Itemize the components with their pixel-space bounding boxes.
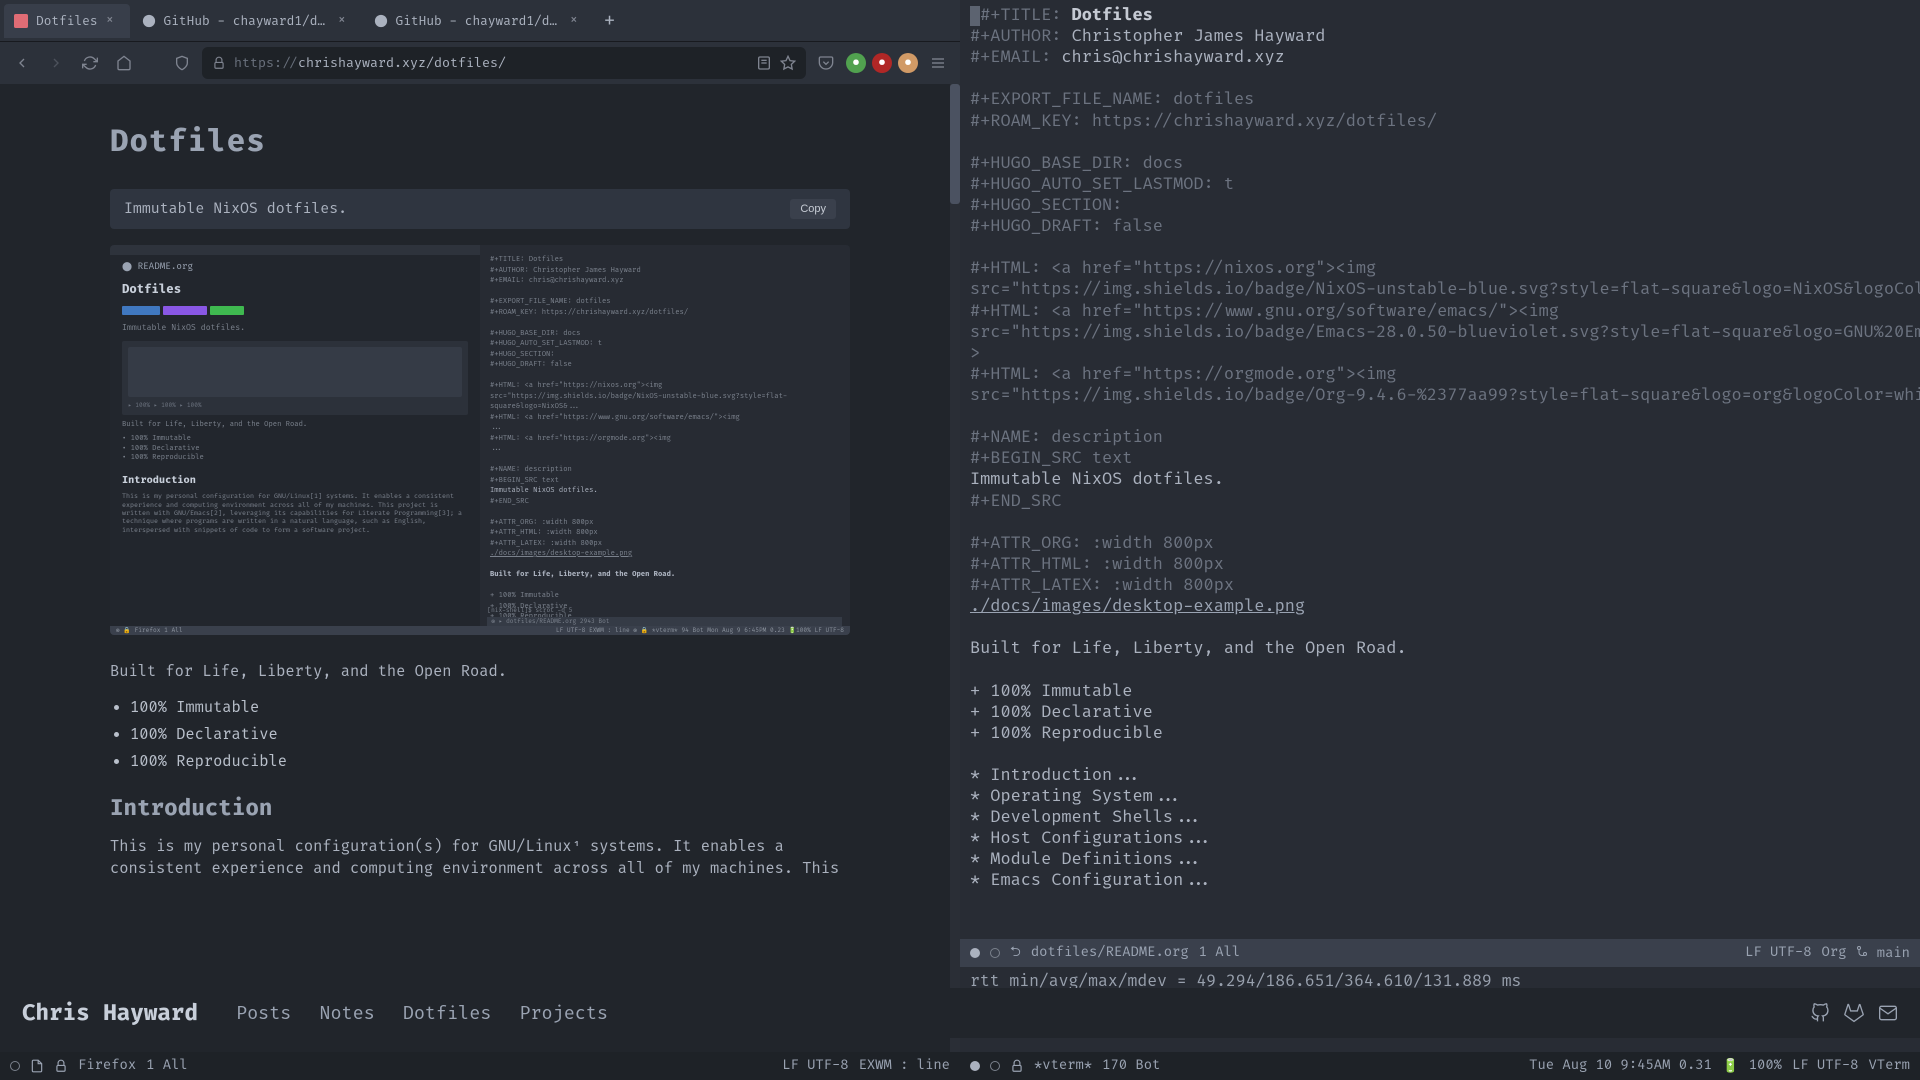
browser-tab-strip: Dotfiles × GitHub - chayward1/dotf × Git… [0,0,960,42]
list-item: 100% Immutable [130,694,850,721]
file-icon [30,1059,44,1073]
code-block: Immutable NixOS dotfiles. Copy [110,189,850,229]
lock-icon [1010,1059,1024,1073]
reader-icon[interactable] [756,55,772,71]
browser-toolbar: https://chrishayward.xyz/dotfiles/ ● ● ● [0,42,960,84]
menu-button[interactable] [924,49,952,77]
nav-link-dotfiles[interactable]: Dotfiles [403,1002,492,1025]
nav-link-notes[interactable]: Notes [319,1002,374,1025]
encoding: LF UTF-8 [782,1058,848,1074]
dot-icon [990,1061,1000,1071]
lock-icon [54,1059,68,1073]
dot-icon [990,948,1000,958]
major-mode: EXWM : line [859,1058,950,1074]
lock-icon [212,56,226,70]
modeline-vterm: *vterm* 170 Bot Tue Aug 10 9:45AM 0.31 🔋… [960,1052,1920,1080]
extension-badge[interactable]: ● [898,53,918,73]
code-text: Immutable NixOS dotfiles. [124,201,347,218]
close-tab-icon[interactable]: × [338,12,352,29]
position: 1 All [146,1058,188,1074]
gitlab-icon[interactable] [1844,1003,1864,1023]
buffer-name: Firefox [78,1058,136,1074]
section-heading: Introduction [110,795,850,822]
modeline-firefox: Firefox 1 All LF UTF-8 EXWM : line [0,1052,960,1080]
buffer-name: *vterm* [1034,1058,1092,1074]
major-mode: VTerm [1868,1058,1910,1074]
github-icon [374,14,388,28]
github-icon[interactable] [1810,1003,1830,1023]
list-item: 100% Reproducible [130,748,850,775]
battery-icon: 🔋 [1722,1058,1739,1075]
extension-badge[interactable]: ● [846,53,866,73]
position: 170 Bot [1102,1058,1160,1074]
feature-list: 100% Immutable 100% Declarative 100% Rep… [130,694,850,775]
github-icon [142,14,156,28]
page-content: Dotfiles Immutable NixOS dotfiles. Copy … [0,84,960,1052]
url-bar[interactable]: https://chrishayward.xyz/dotfiles/ [202,47,806,79]
git-branch: main [1856,945,1910,962]
list-item: 100% Declarative [130,721,850,748]
position: 1 All [1199,945,1241,961]
scrollbar[interactable] [950,84,960,1052]
tab-label: GitHub - chayward1/dotf [396,13,562,29]
page-title: Dotfiles [110,124,850,161]
shield-icon[interactable] [168,49,196,77]
back-button[interactable] [8,49,36,77]
back-icon: ⮌ [1010,942,1021,965]
tagline: Built for Life, Liberty, and the Open Ro… [110,661,850,684]
mail-icon[interactable] [1878,1003,1898,1023]
encoding: LF UTF-8 [1745,945,1811,961]
close-tab-icon[interactable]: × [570,12,584,29]
home-button[interactable] [110,49,138,77]
nav-link-posts[interactable]: Posts [236,1002,291,1025]
favicon-icon [14,14,28,28]
org-buffer[interactable]: #+TITLE: Dotfiles #+AUTHOR: Christopher … [960,0,1920,939]
screenshot-image: ⬤ README.org Dotfiles Immutable NixOS do… [110,245,850,635]
tab-label: Dotfiles [36,13,98,29]
nav-link-projects[interactable]: Projects [519,1002,608,1025]
tab-label: GitHub - chayward1/dotf [164,13,330,29]
encoding: LF UTF-8 [1792,1058,1858,1074]
modeline-org: ⮌ dotfiles/README.org 1 All LF UTF-8 Org… [960,939,1920,967]
modified-indicator-icon [10,1061,20,1071]
forward-button[interactable] [42,49,70,77]
browser-tab[interactable]: GitHub - chayward1/dotf × [132,4,362,38]
site-brand[interactable]: Chris Hayward [22,1000,198,1027]
extension-badge[interactable]: ● [872,53,892,73]
site-navigation: Chris Hayward Posts Notes Dotfiles Proje… [0,988,1920,1038]
battery: 100% [1749,1058,1782,1074]
browser-tab[interactable]: GitHub - chayward1/dotf × [364,4,594,38]
new-tab-button[interactable]: + [596,7,624,35]
url-text: https://chrishayward.xyz/dotfiles/ [234,55,748,71]
reload-button[interactable] [76,49,104,77]
modified-indicator-icon [970,948,980,958]
close-tab-icon[interactable]: × [106,12,120,29]
copy-button[interactable]: Copy [790,199,836,219]
clock: Tue Aug 10 9:45AM 0.31 [1529,1058,1712,1074]
bookmark-star-icon[interactable] [780,55,796,71]
browser-tab-active[interactable]: Dotfiles × [4,4,130,38]
modified-indicator-icon [970,1061,980,1071]
major-mode: Org [1822,945,1847,961]
buffer-name: dotfiles/README.org [1031,945,1189,961]
pocket-icon[interactable] [812,49,840,77]
intro-paragraph: This is my personal configuration(s) for… [110,836,850,881]
